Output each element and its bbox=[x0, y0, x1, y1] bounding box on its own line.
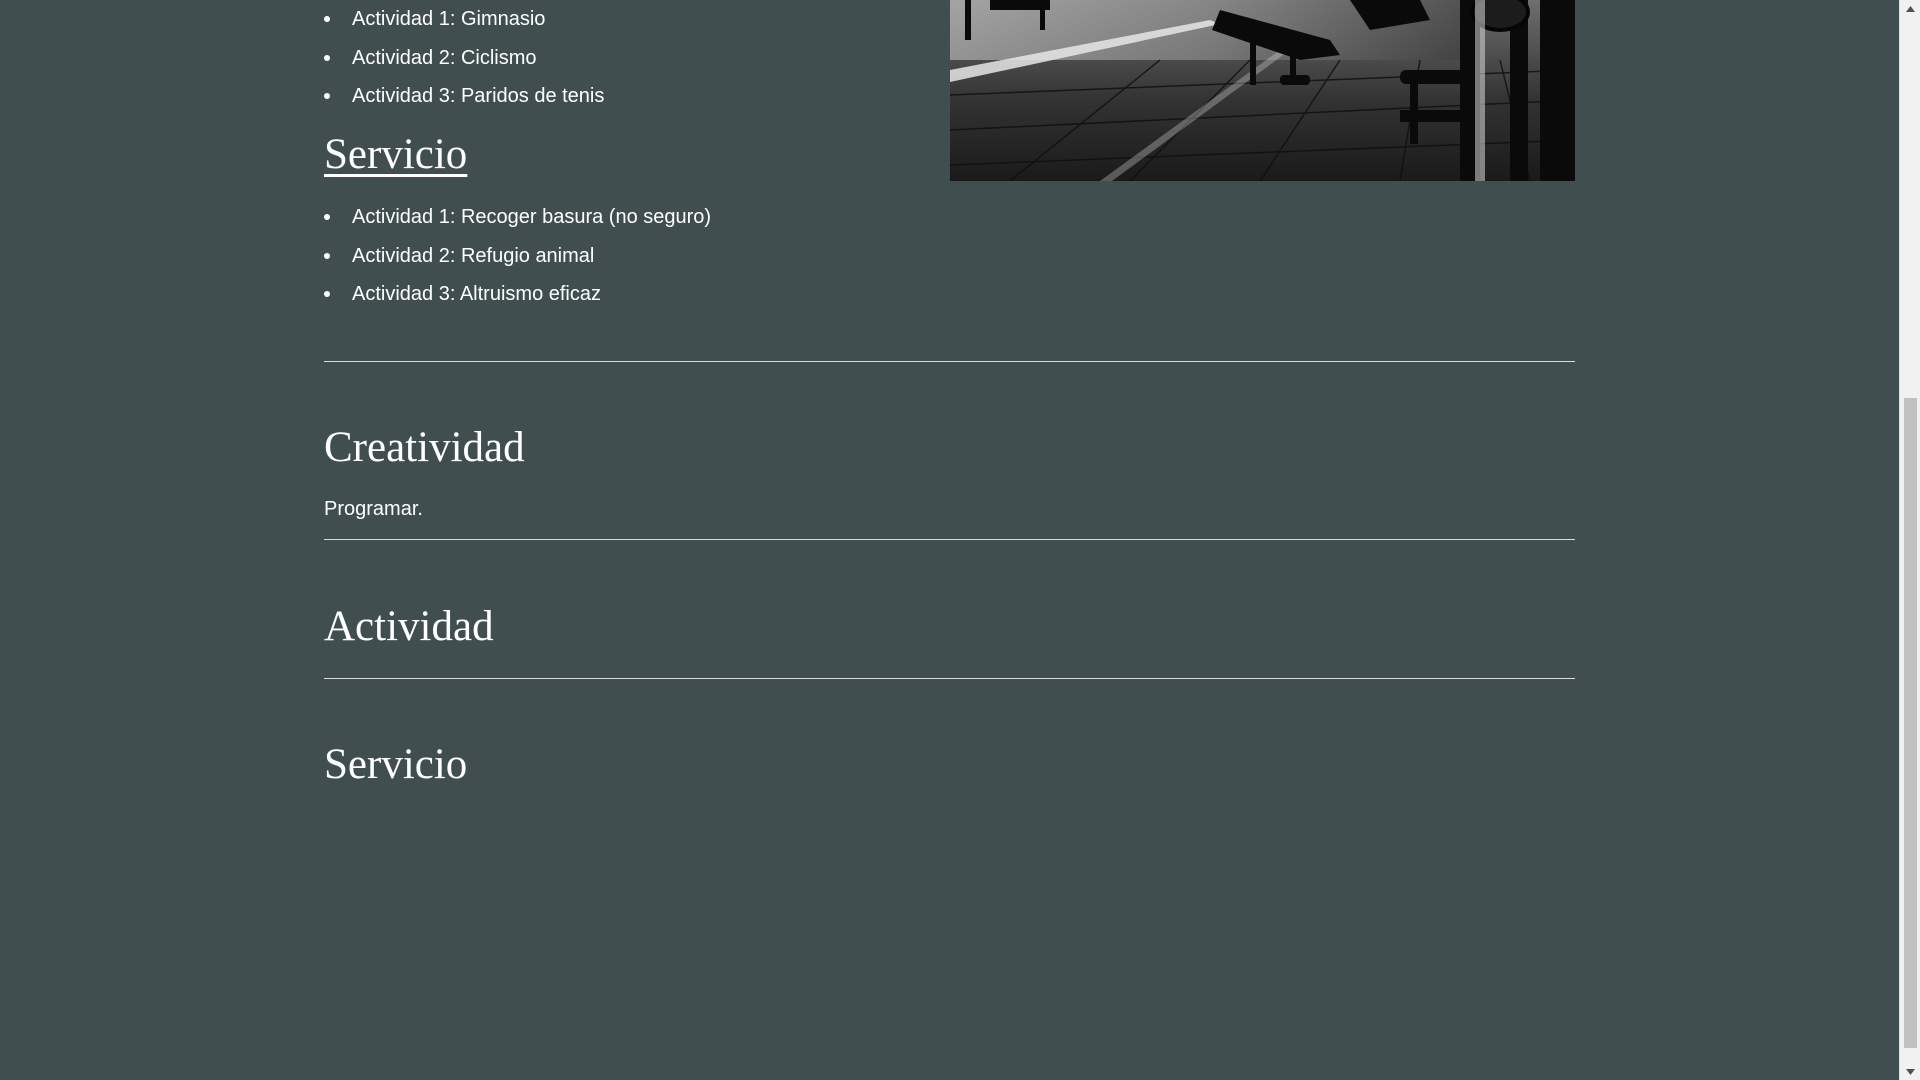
divider bbox=[324, 539, 1575, 540]
page-content: Actividad 1: Gimnasio Actividad 2: Cicli… bbox=[0, 0, 1899, 1080]
list-item: Actividad 1: Recoger basura (no seguro) bbox=[324, 198, 711, 237]
divider bbox=[324, 678, 1575, 679]
list-item: Actividad 3: Paridos de tenis bbox=[324, 77, 604, 116]
gym-photo bbox=[950, 0, 1575, 181]
creatividad-heading: Creatividad bbox=[324, 424, 525, 471]
list-item: Actividad 2: Refugio animal bbox=[324, 237, 711, 276]
servicio-heading: Servicio bbox=[324, 741, 468, 788]
list-item: Actividad 3: Altruismo eficaz bbox=[324, 275, 711, 314]
vertical-scrollbar[interactable] bbox=[1899, 0, 1920, 1080]
list-item: Actividad 1: Gimnasio bbox=[324, 0, 604, 39]
servicio-link-heading[interactable]: Servicio bbox=[324, 130, 467, 180]
activity-list: Actividad 1: Gimnasio Actividad 2: Cicli… bbox=[324, 0, 604, 116]
divider bbox=[324, 361, 1575, 362]
triangle-up-icon[interactable] bbox=[1900, 0, 1920, 17]
creatividad-text: Programar. bbox=[324, 498, 423, 520]
servicio-list: Actividad 1: Recoger basura (no seguro) … bbox=[324, 198, 711, 314]
triangle-down-icon[interactable] bbox=[1900, 1063, 1920, 1080]
actividad-heading: Actividad bbox=[324, 603, 494, 650]
list-item: Actividad 2: Ciclismo bbox=[324, 39, 604, 78]
scrollbar-thumb[interactable] bbox=[1904, 398, 1917, 1048]
